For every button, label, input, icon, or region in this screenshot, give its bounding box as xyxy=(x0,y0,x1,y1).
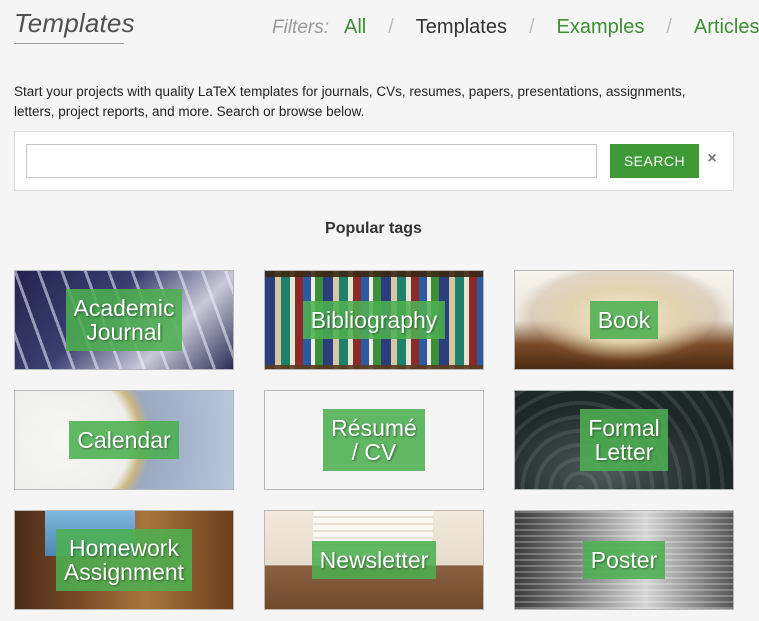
tag-tile-academic-journal[interactable]: Academic Journal xyxy=(14,270,234,370)
tag-label: Calendar xyxy=(69,421,179,459)
tag-label: Résumé / CV xyxy=(323,409,425,471)
filter-bar: Filters: All / Templates / Examples / Ar… xyxy=(272,16,759,39)
search-panel: SEARCH × xyxy=(14,131,734,191)
tag-tile-bibliography[interactable]: Bibliography xyxy=(264,270,484,370)
filter-templates[interactable]: Templates xyxy=(416,16,507,39)
popular-tags-heading: Popular tags xyxy=(325,220,422,237)
filter-separator: / xyxy=(528,16,535,38)
intro-text: Start your projects with quality LaTeX t… xyxy=(14,84,686,119)
tag-label: Poster xyxy=(582,541,666,579)
tag-tile-formal-letter[interactable]: Formal Letter xyxy=(514,390,734,490)
search-input[interactable] xyxy=(26,144,597,178)
search-button[interactable]: SEARCH xyxy=(610,144,699,178)
tag-label: Newsletter xyxy=(311,541,437,579)
page-title: Templates xyxy=(14,8,135,38)
filter-separator: / xyxy=(666,16,672,38)
filter-all[interactable]: All xyxy=(344,16,366,39)
tag-tile-homework-assignment[interactable]: Homework Assignment xyxy=(14,510,234,610)
filter-examples[interactable]: Examples xyxy=(557,16,645,39)
tag-label: Formal Letter xyxy=(580,409,668,471)
tag-label: Book xyxy=(589,301,659,339)
close-icon[interactable]: × xyxy=(705,149,719,169)
title-underline xyxy=(14,43,124,44)
tag-tile-book[interactable]: Book xyxy=(514,270,734,370)
tag-label: Academic Journal xyxy=(65,289,183,351)
tag-tile-newsletter[interactable]: Newsletter xyxy=(264,510,484,610)
tag-tile-poster[interactable]: Poster xyxy=(514,510,734,610)
filters-label: Filters: xyxy=(272,17,329,38)
tag-tile-resume-cv[interactable]: Résumé / CV xyxy=(264,390,484,490)
filter-articles[interactable]: Articles xyxy=(694,16,759,39)
tag-tile-calendar[interactable]: Calendar xyxy=(14,390,234,490)
tag-label: Bibliography xyxy=(302,301,446,339)
filter-separator: / xyxy=(388,16,394,38)
tag-label: Homework Assignment xyxy=(55,529,193,591)
